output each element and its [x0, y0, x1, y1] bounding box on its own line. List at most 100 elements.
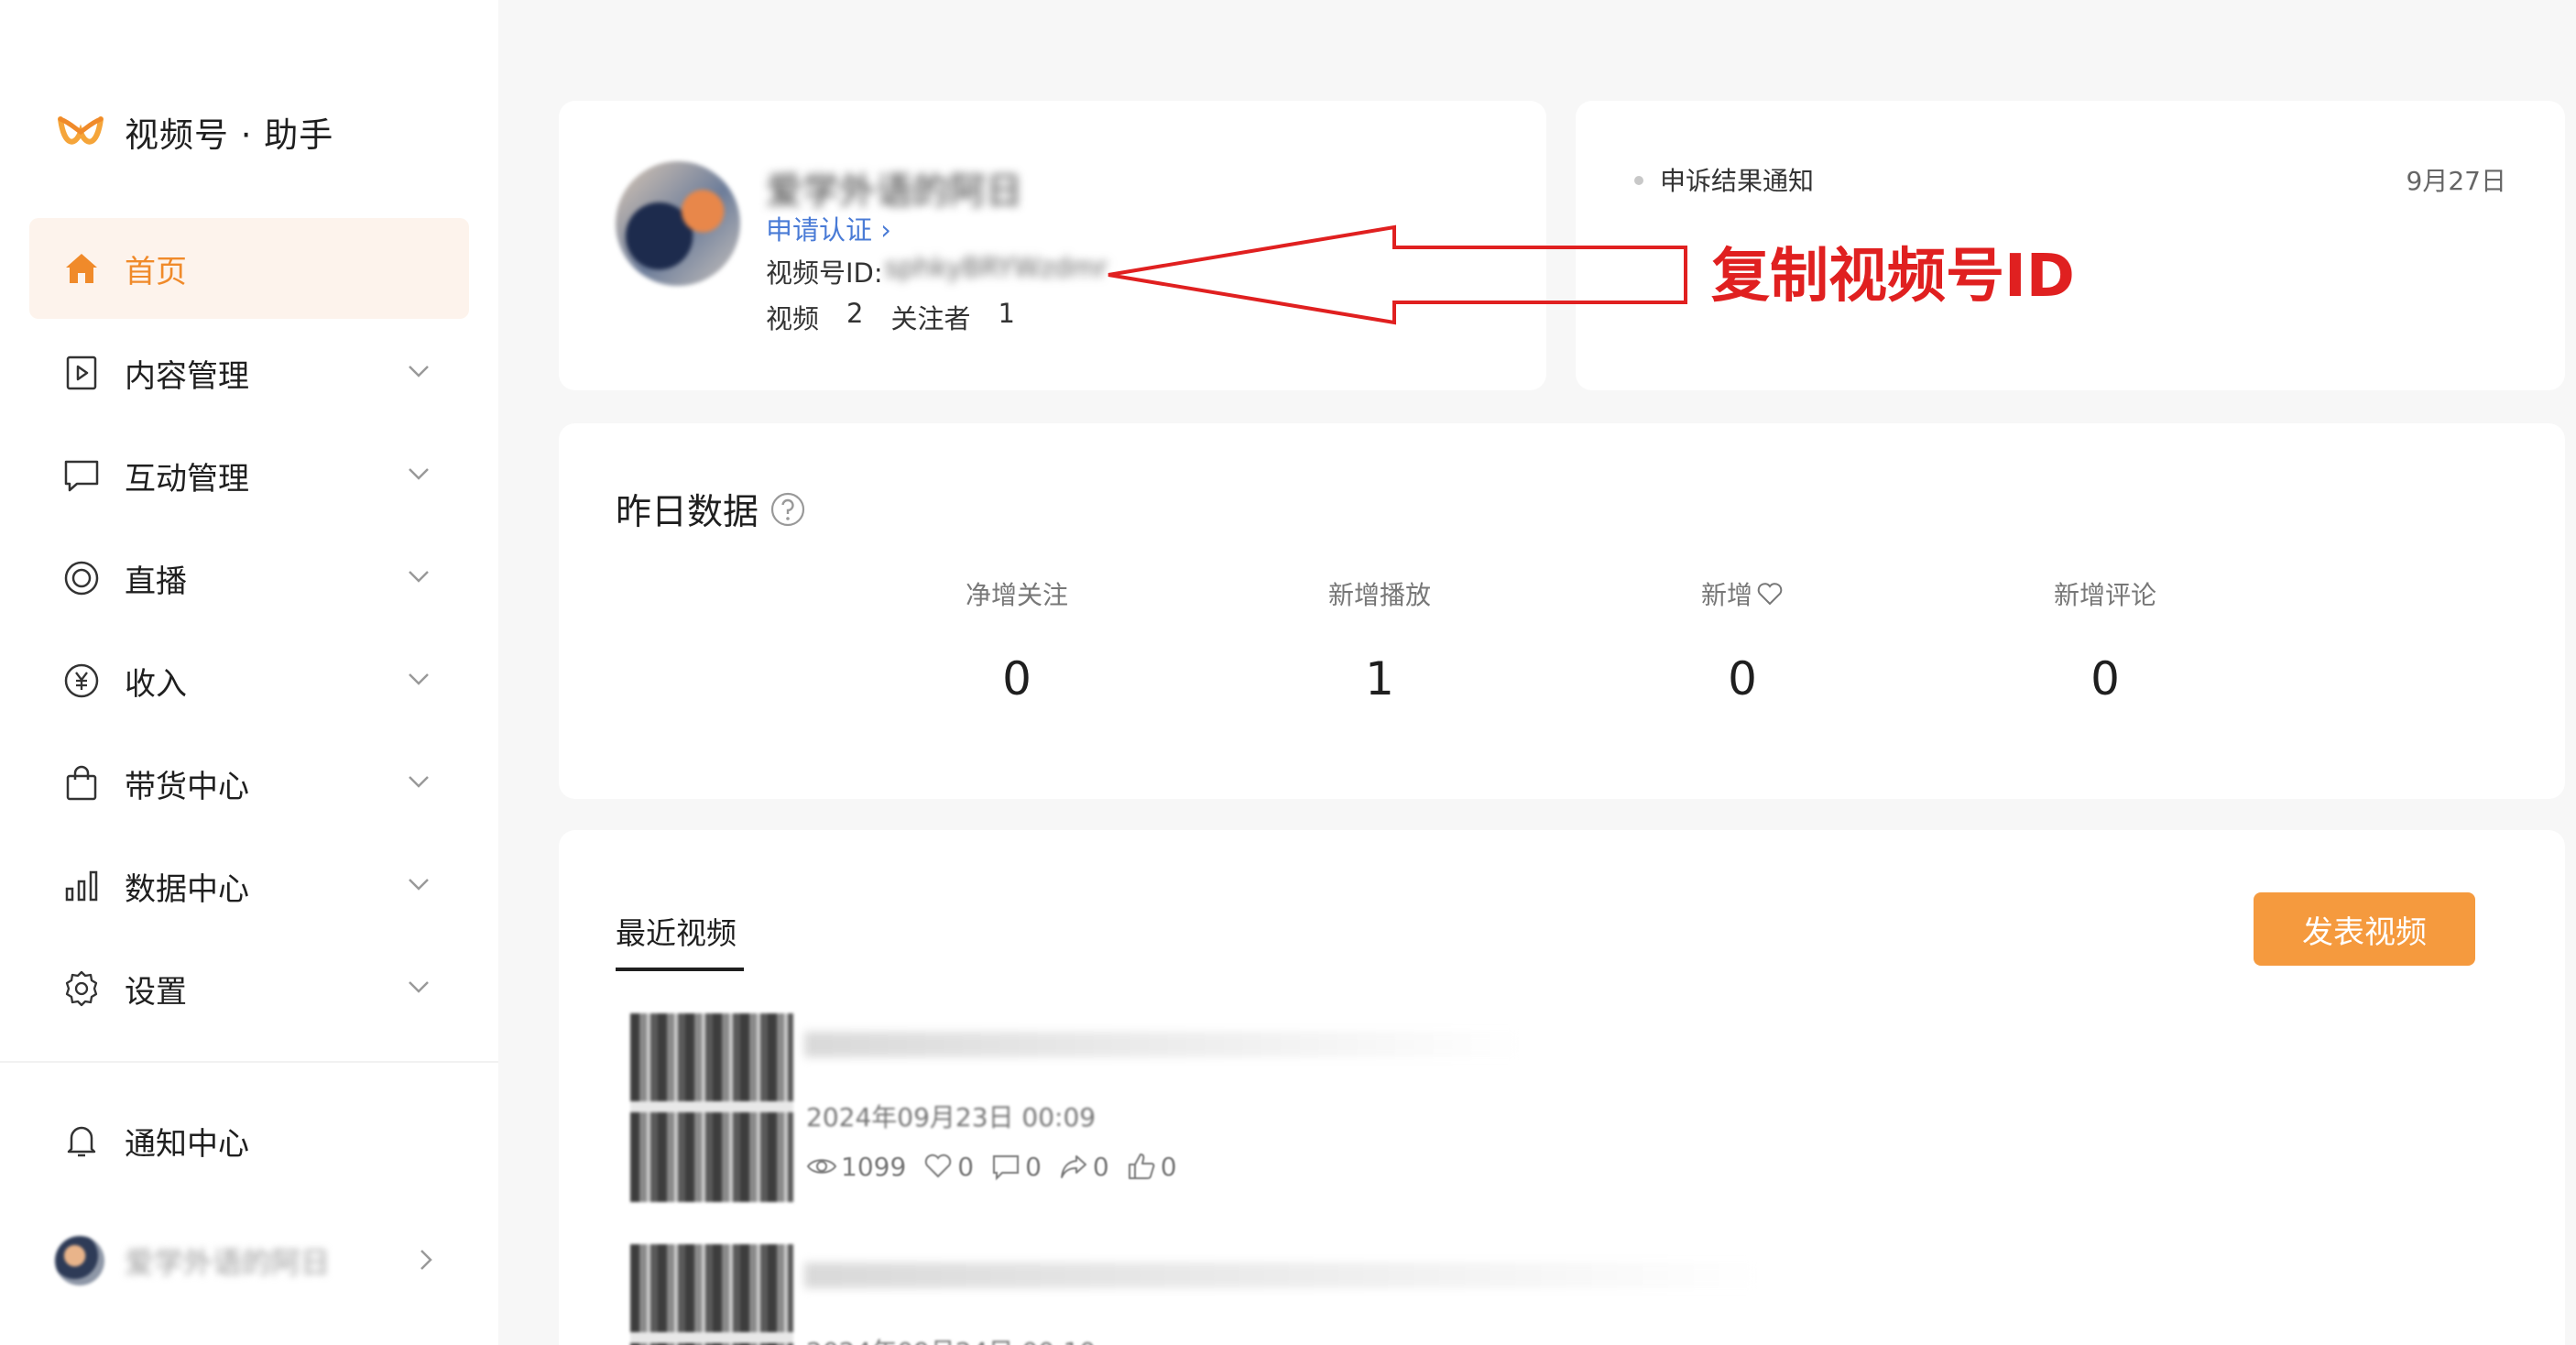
sidebar-item-content[interactable]: 内容管理 — [29, 323, 469, 423]
video-date: 2024年09月23日 00:09 — [806, 1102, 1097, 1132]
recent-videos-card: 最近视频 发表视频 2024年09月23日 00:09 1099 0 0 0 0 — [559, 830, 2565, 1345]
chevron-down-icon — [409, 981, 429, 993]
sidebar-item-label: 直播 — [125, 563, 187, 600]
metric-label: 新增评论 — [2053, 580, 2156, 610]
annotation-text: 复制视频号ID — [1711, 243, 2075, 311]
sidebar-item-income[interactable]: 收入 — [29, 630, 469, 731]
video-count-label: 视频 — [766, 303, 820, 334]
comment-icon — [993, 1155, 1020, 1181]
sidebar: 视频号 · 助手 首页 内容管理 互动管理 直播 收入 带货中心 数据中心 设置… — [0, 0, 498, 1345]
sidebar-item-label: 内容管理 — [125, 357, 249, 395]
section-title: 昨日数据 — [616, 484, 806, 535]
sidebar-divider — [0, 1061, 498, 1063]
views-count: 1099 — [841, 1151, 907, 1182]
metric-new-likes: 新增 0 — [1605, 575, 1880, 705]
metric-value: 0 — [1728, 652, 1757, 705]
sidebar-item-settings[interactable]: 设置 — [29, 938, 469, 1039]
live-circle-icon — [60, 557, 103, 599]
sidebar-item-interaction[interactable]: 互动管理 — [29, 425, 469, 526]
chevron-right-icon — [420, 1250, 432, 1270]
sidebar-item-data[interactable]: 数据中心 — [29, 836, 469, 936]
video-title-blurred — [804, 1263, 1757, 1288]
chevron-down-icon — [409, 673, 429, 685]
yesterday-title: 昨日数据 — [616, 492, 759, 533]
notice-item[interactable]: 申诉结果通知 — [1660, 161, 1814, 198]
stat-views: 1099 — [806, 1151, 906, 1182]
metric-label: 净增关注 — [965, 580, 1068, 610]
eye-icon — [806, 1159, 837, 1174]
play-square-icon — [60, 352, 103, 394]
bar-chart-icon — [60, 865, 103, 907]
avatar — [55, 1236, 104, 1285]
apply-certification-link[interactable]: 申请认证 › — [766, 209, 891, 247]
list-item[interactable]: 2024年09月23日 00:09 1099 0 0 0 0 — [630, 1013, 1913, 1206]
chevron-down-icon — [409, 879, 429, 891]
comment-icon — [60, 454, 103, 497]
list-item[interactable]: 2024年09月24日 00:10 — [630, 1244, 1913, 1345]
home-icon — [60, 247, 103, 290]
metric-net-follow: 净增关注 0 — [879, 575, 1154, 705]
app-title: 视频号 · 助手 — [125, 115, 334, 155]
user-name: 爱学外语的阿日 — [125, 1245, 331, 1280]
heart-icon — [925, 1154, 952, 1178]
sidebar-item-goods[interactable]: 带货中心 — [29, 733, 469, 834]
sidebar-user[interactable]: 爱学外语的阿日 — [55, 1235, 440, 1286]
thumbs-up-icon — [1128, 1154, 1155, 1179]
app-logo[interactable]: 视频号 · 助手 — [55, 103, 333, 161]
sidebar-item-notifications[interactable]: 通知中心 — [29, 1090, 469, 1191]
metric-label: 新增 — [1605, 575, 1880, 612]
metric-new-plays: 新增播放 1 — [1242, 575, 1517, 705]
video-title-blurred — [804, 1032, 1519, 1057]
sidebar-item-home[interactable]: 首页 — [29, 218, 469, 319]
channels-logo-icon — [58, 116, 104, 145]
chevron-down-icon — [409, 468, 429, 480]
sidebar-item-live[interactable]: 直播 — [29, 528, 469, 629]
sidebar-item-label: 收入 — [125, 665, 187, 703]
gear-icon — [60, 968, 103, 1010]
sidebar-item-label: 设置 — [125, 973, 187, 1011]
notice-date: 9月27日 — [2406, 166, 2506, 196]
bag-icon — [60, 762, 103, 804]
video-date: 2024年09月24日 00:10 — [806, 1332, 1096, 1345]
metric-label-text: 新增 — [1700, 580, 1752, 610]
video-thumbnail[interactable] — [630, 1013, 793, 1202]
avatar — [616, 161, 740, 286]
publish-video-button[interactable]: 发表视频 — [2254, 892, 2475, 966]
cert-link-label: 申请认证 — [766, 214, 873, 246]
help-icon[interactable] — [770, 491, 806, 528]
notice-dot-icon — [1634, 176, 1643, 185]
metric-label: 新增播放 — [1327, 580, 1431, 610]
tab-underline — [616, 968, 744, 971]
comments-count: 0 — [1025, 1151, 1042, 1182]
metric-value: 1 — [1365, 652, 1394, 705]
share-icon — [1060, 1155, 1086, 1178]
stat-shares: 0 — [1058, 1151, 1109, 1182]
chevron-down-icon — [409, 571, 429, 583]
sidebar-item-label: 互动管理 — [125, 460, 249, 498]
yuan-icon — [60, 660, 103, 702]
shares-count: 0 — [1092, 1151, 1109, 1182]
chevron-right-icon: › — [880, 214, 891, 246]
video-id-value[interactable]: sphkyBRYWzdmr — [885, 252, 1108, 290]
heart-icon — [1757, 583, 1783, 606]
chevron-down-icon — [409, 776, 429, 788]
sidebar-item-label: 带货中心 — [125, 768, 249, 805]
follower-count: 1 — [998, 298, 1015, 329]
sidebar-item-label: 通知中心 — [125, 1125, 249, 1163]
annotation-arrow-icon — [1108, 224, 1687, 325]
chevron-down-icon — [409, 366, 429, 377]
likes-count: 0 — [957, 1151, 975, 1182]
metric-new-comments: 新增评论 0 — [1968, 575, 2243, 705]
video-thumbnail[interactable] — [630, 1244, 793, 1345]
yesterday-data-card: 昨日数据 净增关注 0 新增播放 1 新增 0 新增评论 0 — [559, 423, 2565, 799]
follower-label: 关注者 — [890, 303, 971, 334]
video-id-label: 视频号ID: — [766, 257, 883, 289]
profile-name: 爱学外语的阿日 — [766, 170, 1022, 213]
video-id-row[interactable]: 视频号ID: sphkyBRYWzdmr — [766, 252, 1108, 290]
tab-recent-videos[interactable]: 最近视频 — [616, 909, 737, 953]
bell-icon — [60, 1120, 103, 1162]
sidebar-item-label: 首页 — [125, 253, 187, 290]
profile-stats: 视频 2 关注者 1 — [766, 298, 1030, 336]
sidebar-item-label: 数据中心 — [125, 870, 249, 908]
stat-likes: 0 — [922, 1151, 974, 1182]
